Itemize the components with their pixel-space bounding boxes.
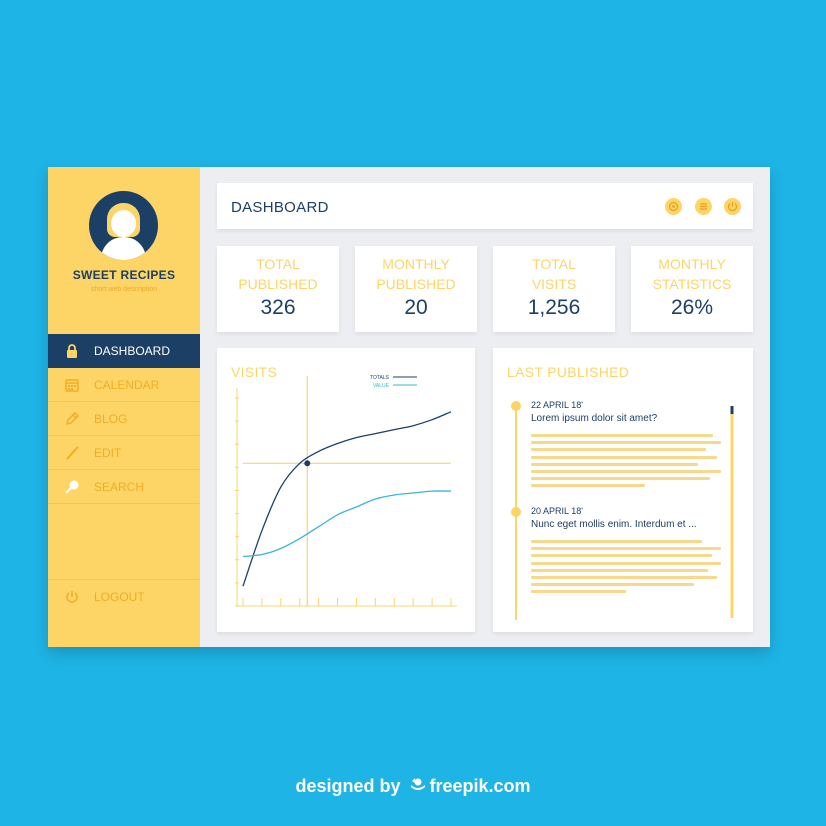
entry-title[interactable]: Lorem ipsum dolor sit amet? bbox=[531, 413, 657, 424]
power-icon bbox=[64, 589, 80, 605]
visits-chart: TOTALS VALUE bbox=[235, 375, 457, 607]
last-published-panel: LAST PUBLISHED 22 APRIL 18' Lorem ipsum … bbox=[493, 348, 753, 632]
entry-date: 22 APRIL 18' bbox=[531, 400, 583, 410]
freepik-logo-icon bbox=[409, 777, 427, 793]
stat-total-visits: TOTAL VISITS 1,256 bbox=[493, 246, 615, 332]
stat-value: 20 bbox=[404, 296, 428, 319]
dashboard-window: SWEET RECIPES short web description DASH… bbox=[48, 167, 770, 647]
stat-value: 326 bbox=[260, 296, 296, 319]
stat-label: TOTAL bbox=[256, 256, 300, 272]
crosshair-point bbox=[304, 460, 311, 467]
brand-name: SWEET RECIPES bbox=[72, 268, 176, 282]
page-title: DASHBOARD bbox=[231, 199, 329, 216]
sidebar-item-label: EDIT bbox=[94, 446, 122, 460]
logout-button[interactable]: LOGOUT bbox=[48, 579, 200, 613]
pencil-icon bbox=[64, 411, 80, 427]
entry-excerpt bbox=[531, 540, 721, 624]
brand-subtitle: short web description bbox=[90, 286, 158, 293]
stat-value: 26% bbox=[670, 296, 714, 319]
stat-value: 1,256 bbox=[527, 296, 581, 319]
avatar bbox=[89, 191, 158, 260]
stat-label: VISITS bbox=[531, 276, 577, 292]
sidebar-item-label: CALENDAR bbox=[94, 378, 160, 392]
stat-label: TOTAL bbox=[532, 256, 576, 272]
legend-label-value: VALUE bbox=[373, 383, 390, 389]
stat-monthly-statistics: MONTHLY STATISTICS 26% bbox=[631, 246, 753, 332]
sidebar-item-label: BLOG bbox=[94, 412, 128, 426]
stat-label: PUBLISHED bbox=[238, 276, 318, 292]
credit-prefix: designed by bbox=[295, 776, 401, 796]
brush-icon bbox=[64, 445, 80, 461]
freepik-credit: designed by freepik.com bbox=[0, 776, 826, 797]
entry-date: 20 APRIL 18' bbox=[531, 506, 583, 516]
stat-total-published: TOTAL PUBLISHED 326 bbox=[217, 246, 339, 332]
sidebar-item-search[interactable]: SEARCH bbox=[48, 470, 200, 504]
power-icon[interactable] bbox=[724, 198, 741, 215]
stat-label: STATISTICS bbox=[652, 276, 732, 292]
menu-icon[interactable] bbox=[695, 198, 712, 215]
sidebar-item-edit[interactable]: EDIT bbox=[48, 436, 200, 470]
header-bar: DASHBOARD bbox=[217, 183, 753, 229]
stat-label: MONTHLY bbox=[382, 256, 450, 272]
settings-icon[interactable] bbox=[665, 198, 682, 215]
sidebar-item-dashboard[interactable]: DASHBOARD bbox=[48, 334, 200, 368]
series-line-totals bbox=[242, 411, 452, 587]
sidebar-item-label: DASHBOARD bbox=[94, 344, 171, 358]
timeline-dot bbox=[511, 401, 521, 411]
visits-title: VISITS bbox=[231, 364, 278, 380]
credit-brand: freepik.com bbox=[429, 776, 531, 796]
sidebar-item-calendar[interactable]: CALENDAR bbox=[48, 368, 200, 402]
visits-panel: TOTALS VALUE VISITS bbox=[217, 348, 475, 632]
lock-icon bbox=[64, 343, 80, 359]
entry-title[interactable]: Nunc eget mollis enim. Interdum et ... bbox=[531, 519, 697, 530]
logout-label: LOGOUT bbox=[94, 590, 145, 604]
sidebar-item-blog[interactable]: BLOG bbox=[48, 402, 200, 436]
timeline-dot bbox=[511, 507, 521, 517]
legend-label-totals: TOTALS bbox=[370, 375, 390, 381]
stat-label: MONTHLY bbox=[658, 256, 726, 272]
sidebar: SWEET RECIPES short web description DASH… bbox=[48, 167, 200, 647]
search-icon bbox=[64, 479, 80, 495]
stat-monthly-published: MONTHLY PUBLISHED 20 bbox=[355, 246, 477, 332]
sidebar-item-label: SEARCH bbox=[94, 480, 145, 494]
calendar-icon bbox=[64, 377, 80, 393]
stat-label: PUBLISHED bbox=[376, 276, 456, 292]
